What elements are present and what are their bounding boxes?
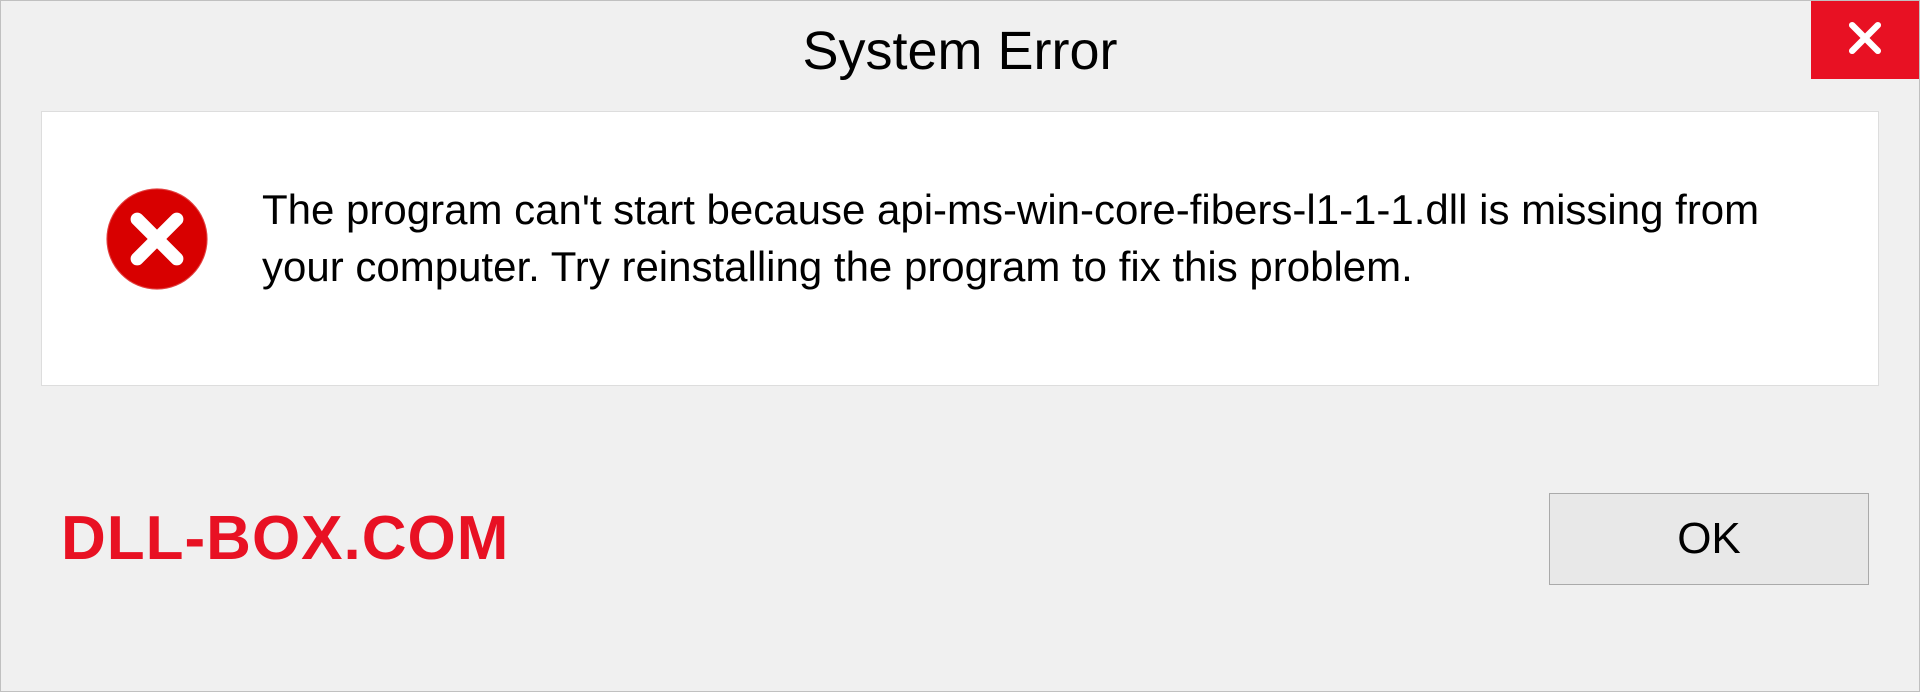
watermark-text: DLL-BOX.COM — [61, 503, 509, 574]
ok-button[interactable]: OK — [1549, 493, 1869, 585]
title-bar: System Error — [1, 1, 1919, 101]
error-dialog: System Error The program can't start bec… — [0, 0, 1920, 692]
error-icon — [102, 184, 212, 294]
content-panel: The program can't start because api-ms-w… — [41, 111, 1879, 386]
error-message: The program can't start because api-ms-w… — [262, 182, 1762, 295]
dialog-footer: DLL-BOX.COM OK — [1, 386, 1919, 691]
close-icon — [1843, 16, 1887, 65]
dialog-title: System Error — [802, 20, 1117, 82]
close-button[interactable] — [1811, 1, 1919, 79]
